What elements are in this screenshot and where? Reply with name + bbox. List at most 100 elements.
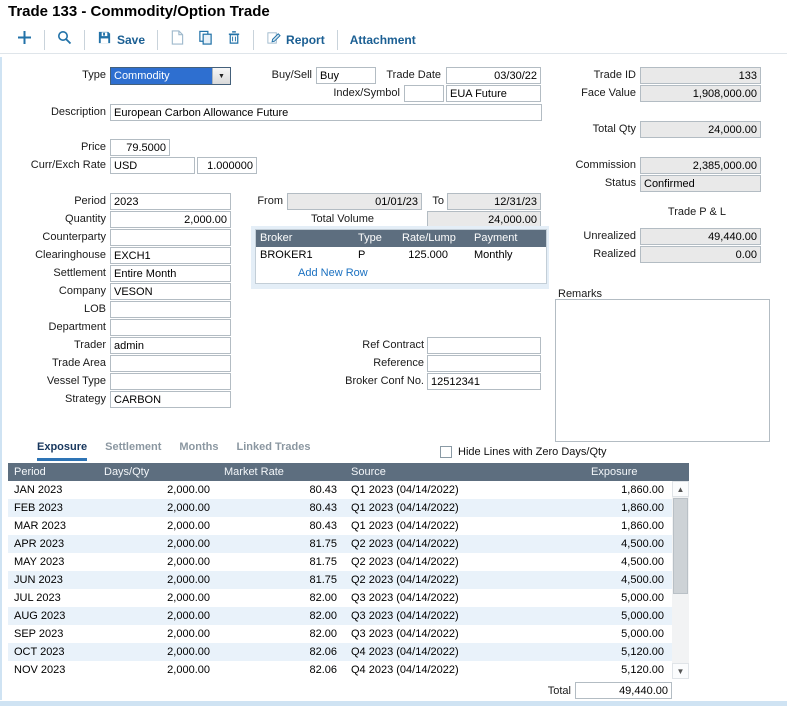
column-header-source[interactable]: Source [345, 463, 585, 481]
company-label: Company [6, 283, 106, 300]
price-field[interactable] [110, 139, 170, 156]
tab-exposure[interactable]: Exposure [37, 441, 87, 461]
table-scrollbar[interactable]: ▲ ▼ [672, 481, 689, 679]
trade-area-field[interactable] [110, 355, 231, 372]
report-icon [266, 30, 281, 50]
broker-panel: BrokerTypeRate/LumpPayment BROKER1P125.0… [251, 226, 549, 289]
index-field[interactable] [404, 85, 444, 102]
broker-cell: P [354, 247, 398, 264]
trade-date-label: Trade Date [375, 67, 441, 84]
department-label: Department [6, 319, 106, 336]
hide-zero-lines-checkbox[interactable] [440, 446, 452, 458]
broker-column-header-payment[interactable]: Payment [470, 230, 546, 247]
company-field[interactable] [110, 283, 231, 300]
type-select[interactable]: Commodity ▼ [110, 67, 231, 85]
broker-column-header-type[interactable]: Type [354, 230, 398, 247]
table-row[interactable]: SEP 20232,000.0082.00Q3 2023 (04/14/2022… [8, 625, 672, 643]
broker-column-header-broker[interactable]: Broker [256, 230, 354, 247]
clearinghouse-field[interactable] [110, 247, 231, 264]
exposure-header: PeriodDays/QtyMarket RateSourceExposure [8, 463, 689, 481]
table-cell: NOV 2023 [8, 661, 98, 679]
department-field[interactable] [110, 319, 231, 336]
table-row[interactable]: MAR 20232,000.0080.43Q1 2023 (04/14/2022… [8, 517, 672, 535]
broker-conf-field[interactable] [427, 373, 541, 390]
scroll-thumb[interactable] [673, 498, 688, 594]
settlement-field[interactable] [110, 265, 231, 282]
table-cell: 5,000.00 [585, 625, 672, 643]
trade-pl-label: Trade P & L [606, 204, 726, 221]
description-label: Description [6, 104, 106, 121]
table-cell: MAY 2023 [8, 553, 98, 571]
trader-field[interactable] [110, 337, 231, 354]
copy-button[interactable] [191, 30, 220, 50]
attachment-button[interactable]: Attachment [343, 33, 423, 47]
table-row[interactable]: MAY 20232,000.0081.75Q2 2023 (04/14/2022… [8, 553, 672, 571]
table-cell: 80.43 [218, 481, 345, 499]
counterparty-field[interactable] [110, 229, 231, 246]
table-cell: OCT 2023 [8, 643, 98, 661]
table-cell: 4,500.00 [585, 553, 672, 571]
table-row[interactable]: FEB 20232,000.0080.43Q1 2023 (04/14/2022… [8, 499, 672, 517]
period-field[interactable] [110, 193, 231, 210]
table-cell: 2,000.00 [98, 625, 218, 643]
status-label: Status [516, 175, 636, 192]
table-cell: APR 2023 [8, 535, 98, 553]
buy-sell-field[interactable] [316, 67, 376, 84]
new-document-button[interactable] [163, 30, 191, 50]
exch-rate-field[interactable] [197, 157, 257, 174]
save-icon [97, 30, 112, 50]
table-cell: Q1 2023 (04/14/2022) [345, 481, 585, 499]
table-cell: Q4 2023 (04/14/2022) [345, 661, 585, 679]
broker-column-header-rate-lump[interactable]: Rate/Lump [398, 230, 470, 247]
table-row[interactable]: JAN 20232,000.0080.43Q1 2023 (04/14/2022… [8, 481, 672, 499]
scroll-up-button[interactable]: ▲ [672, 481, 689, 497]
strategy-field[interactable] [110, 391, 231, 408]
broker-row[interactable]: BROKER1P125.000Monthly [256, 247, 546, 264]
to-field [447, 193, 541, 210]
new-document-icon [170, 30, 184, 50]
scroll-down-button[interactable]: ▼ [672, 663, 689, 679]
table-row[interactable]: APR 20232,000.0081.75Q2 2023 (04/14/2022… [8, 535, 672, 553]
tab-linked-trades[interactable]: Linked Trades [237, 441, 311, 461]
reference-field[interactable] [427, 355, 541, 372]
column-header-days-qty[interactable]: Days/Qty [98, 463, 218, 481]
toolbar: Save Report Attachment [0, 27, 787, 54]
vessel-type-field[interactable] [110, 373, 231, 390]
table-row[interactable]: JUL 20232,000.0082.00Q3 2023 (04/14/2022… [8, 589, 672, 607]
search-button[interactable] [50, 30, 79, 50]
window-border-bottom [0, 701, 787, 706]
table-row[interactable]: OCT 20232,000.0082.06Q4 2023 (04/14/2022… [8, 643, 672, 661]
trade-id-field [640, 67, 761, 84]
chevron-down-icon[interactable]: ▼ [212, 68, 230, 84]
lob-field[interactable] [110, 301, 231, 318]
table-cell: 2,000.00 [98, 481, 218, 499]
copy-icon [198, 30, 213, 50]
table-cell: Q2 2023 (04/14/2022) [345, 571, 585, 589]
quantity-field[interactable] [110, 211, 231, 228]
column-header-market-rate[interactable]: Market Rate [218, 463, 345, 481]
table-cell: 1,860.00 [585, 481, 672, 499]
table-cell: 2,000.00 [98, 517, 218, 535]
tab-settlement[interactable]: Settlement [105, 441, 161, 461]
table-row[interactable]: AUG 20232,000.0082.00Q3 2023 (04/14/2022… [8, 607, 672, 625]
table-row[interactable]: NOV 20232,000.0082.06Q4 2023 (04/14/2022… [8, 661, 672, 679]
remarks-input[interactable] [555, 299, 770, 442]
trade-id-label: Trade ID [516, 67, 636, 84]
report-button[interactable]: Report [259, 30, 332, 50]
table-cell: Q2 2023 (04/14/2022) [345, 535, 585, 553]
column-header-exposure[interactable]: Exposure [585, 463, 672, 481]
table-cell: Q4 2023 (04/14/2022) [345, 643, 585, 661]
delete-button[interactable] [220, 30, 248, 50]
currency-field[interactable] [110, 157, 195, 174]
add-new-row-link[interactable]: Add New Row [298, 267, 368, 279]
new-button[interactable] [10, 30, 39, 50]
ref-contract-field[interactable] [427, 337, 541, 354]
save-button[interactable]: Save [90, 30, 152, 50]
table-row[interactable]: JUN 20232,000.0081.75Q2 2023 (04/14/2022… [8, 571, 672, 589]
description-field[interactable] [110, 104, 542, 121]
exposure-body: JAN 20232,000.0080.43Q1 2023 (04/14/2022… [8, 481, 689, 679]
table-cell: 80.43 [218, 517, 345, 535]
clearinghouse-label: Clearinghouse [6, 247, 106, 264]
column-header-period[interactable]: Period [8, 463, 98, 481]
tab-months[interactable]: Months [179, 441, 218, 461]
